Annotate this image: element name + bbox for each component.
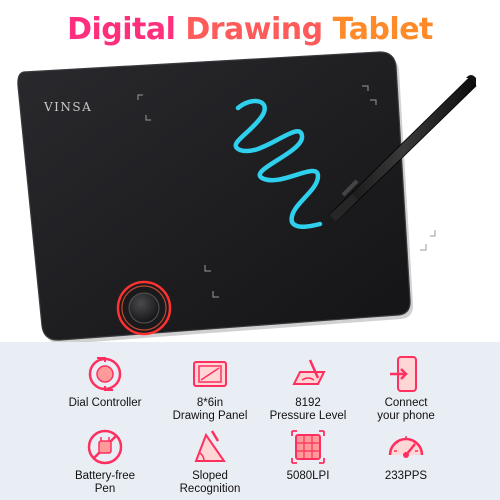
title-word-2: Drawing	[185, 12, 323, 47]
brand-logo: VINSA	[43, 100, 92, 114]
feature-connect-phone: Connect your phone	[351, 354, 461, 423]
feature-label: 8192 Pressure Level	[269, 397, 347, 422]
connect-phone-icon	[390, 356, 417, 392]
feature-label: 233PPS	[384, 470, 428, 482]
feature-sloped-recognition: Sloped Recognition	[155, 427, 265, 496]
pressure-level-icon	[292, 359, 326, 385]
feature-label: Sloped Recognition	[179, 470, 241, 495]
tablet-product-image: VINSA	[17, 51, 477, 345]
drawing-panel-icon	[193, 361, 227, 387]
feature-drawing-panel: 8*6in Drawing Panel	[155, 354, 265, 423]
feature-pressure-level: 8192 Pressure Level	[253, 354, 363, 423]
dial-controller-icon	[88, 357, 122, 391]
dial-controller	[116, 280, 172, 336]
speed-gauge-icon	[388, 436, 424, 458]
feature-label: Connect your phone	[377, 397, 435, 422]
feature-label: 8*6in Drawing Panel	[172, 397, 248, 422]
page-title: Digital Drawing Tablet	[0, 12, 500, 47]
feature-label: 5080LPI	[286, 470, 330, 482]
feature-battery-free-pen: Battery-free Pen	[50, 427, 160, 496]
feature-lpi: 5080LPI	[253, 427, 363, 483]
battery-free-pen-icon	[87, 429, 123, 465]
sloped-recognition-icon	[194, 430, 226, 462]
feature-label: Dial Controller	[68, 397, 142, 409]
lpi-grid-icon	[291, 430, 325, 464]
title-word-3: Tablet	[332, 12, 434, 47]
feature-label: Battery-free Pen	[74, 470, 136, 495]
feature-pps: 233PPS	[351, 427, 461, 483]
title-word-1: Digital	[67, 12, 176, 47]
feature-dial-controller: Dial Controller	[50, 354, 160, 410]
